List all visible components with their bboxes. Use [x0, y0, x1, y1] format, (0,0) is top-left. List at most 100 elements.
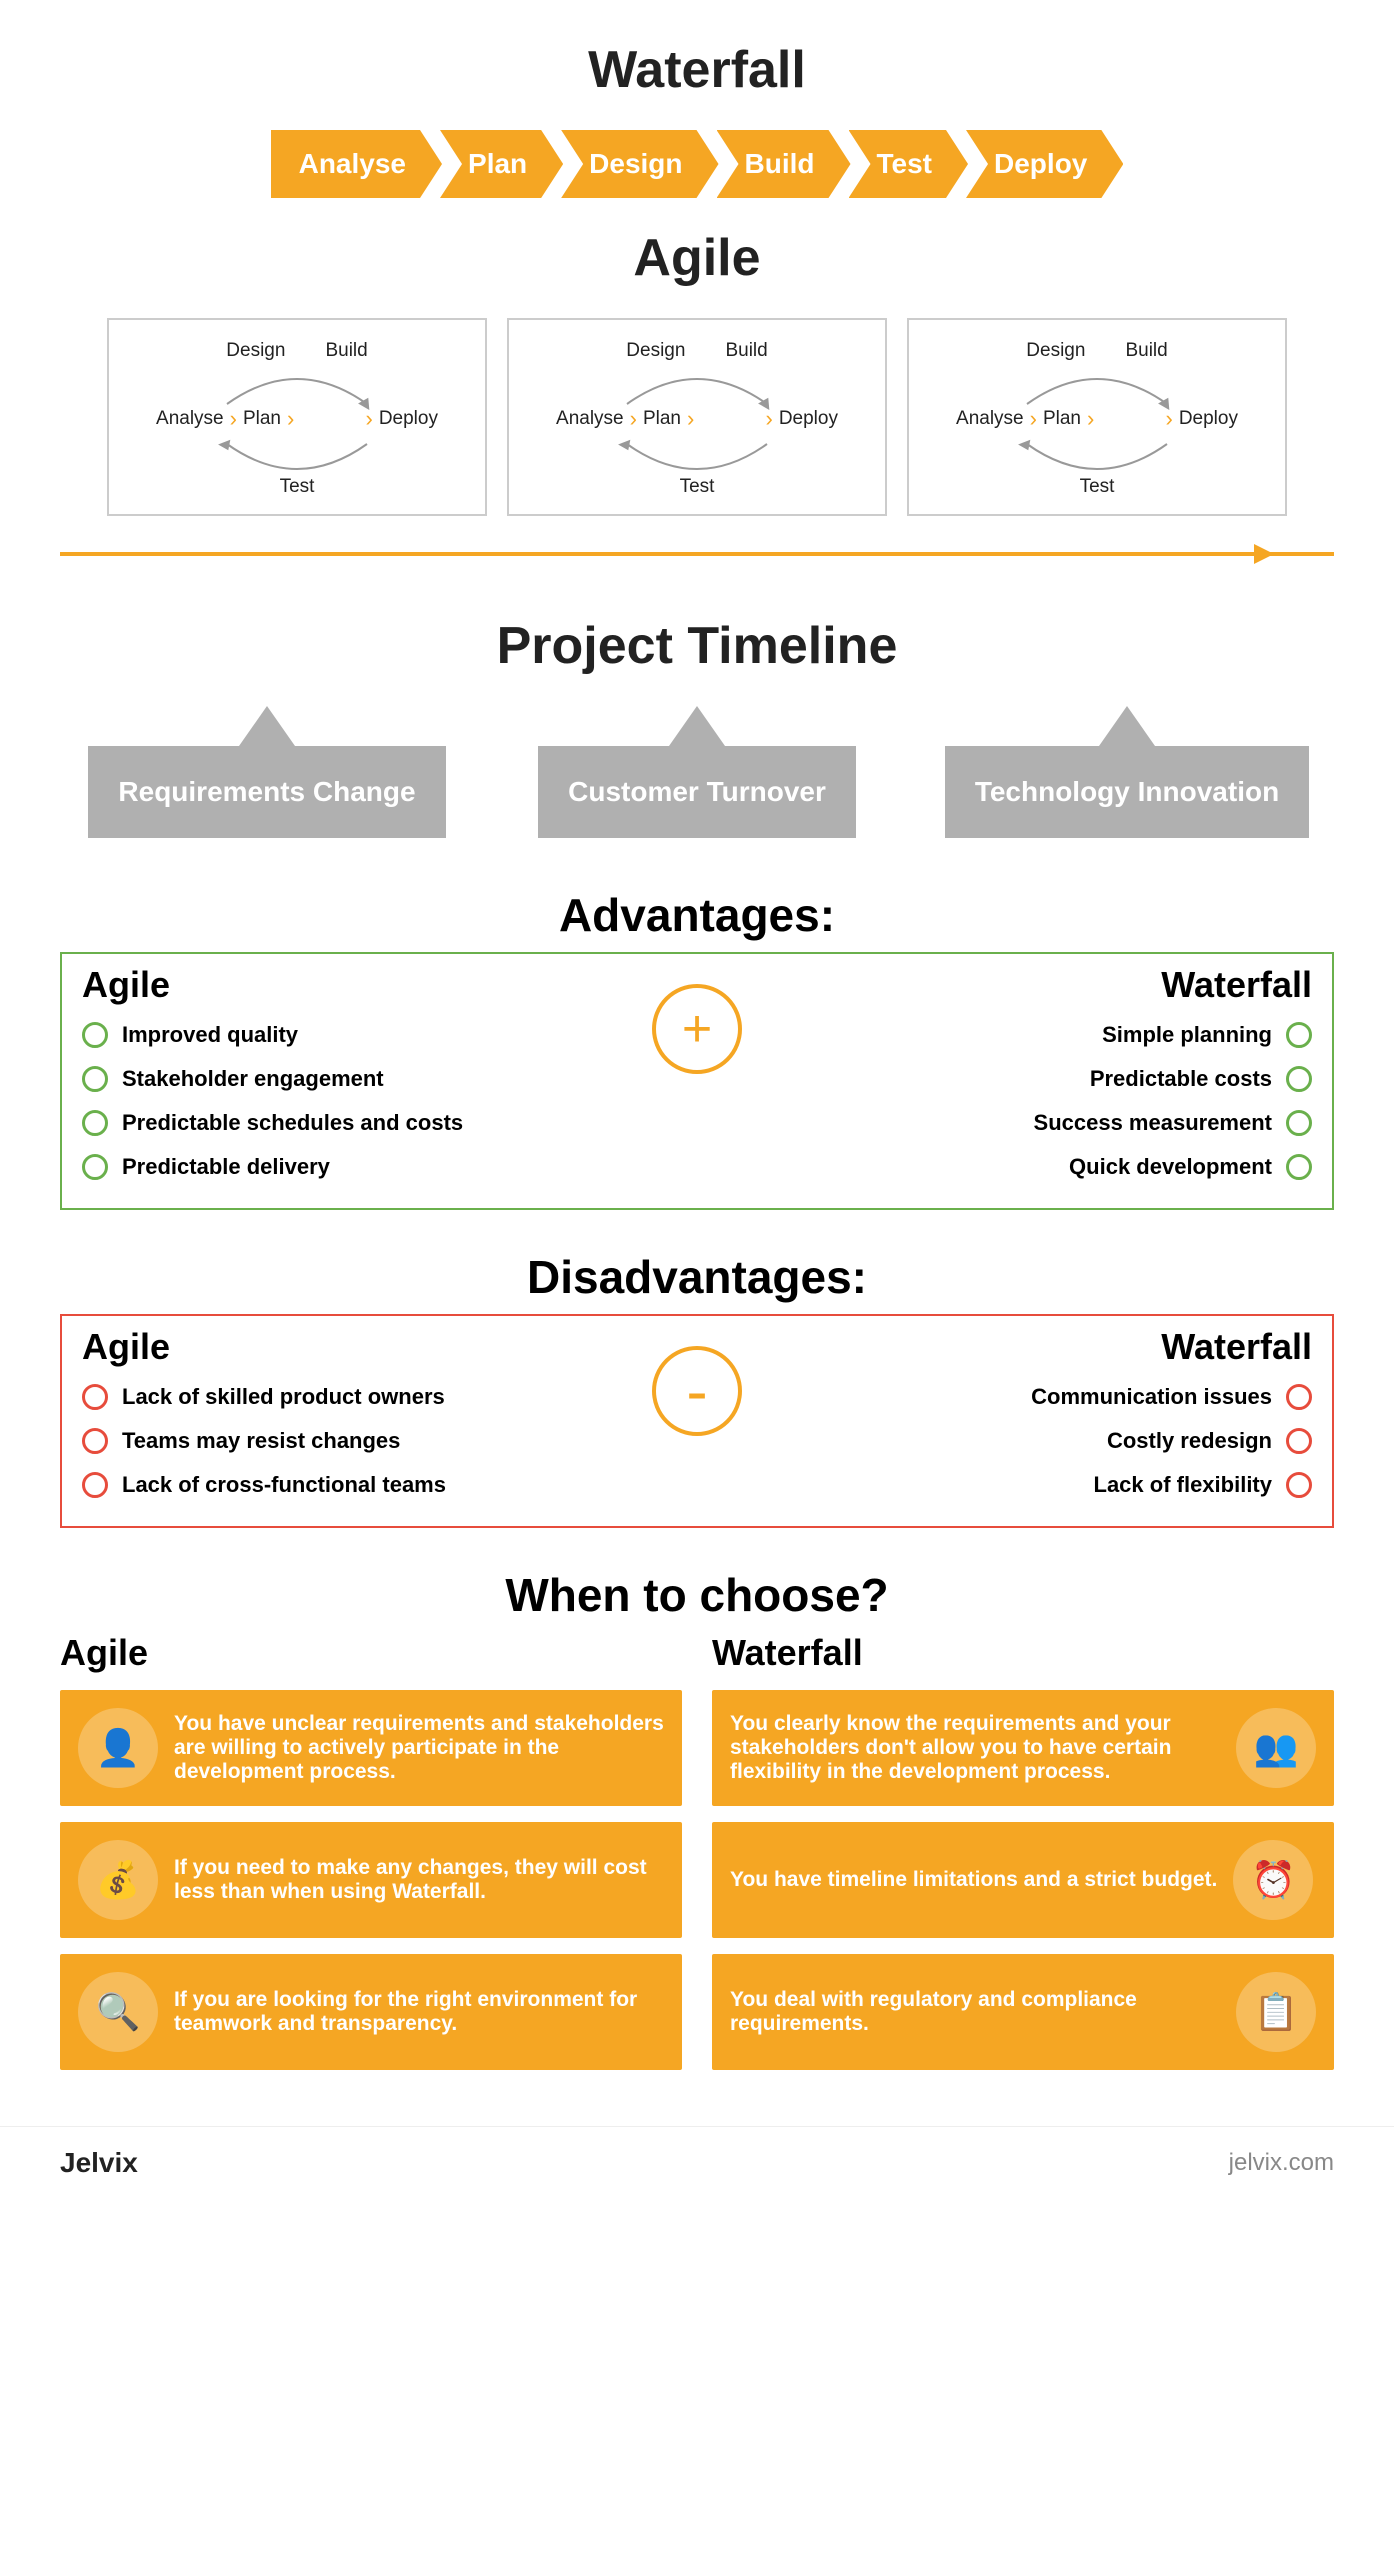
agile-deploy-label: Deploy: [1179, 408, 1238, 430]
agile-arrow1: ›: [1030, 406, 1037, 432]
waterfall-step-analyse: Analyse: [271, 130, 442, 198]
disadvantages-waterfall-col: Waterfall Communication issuesCostly red…: [742, 1316, 1332, 1526]
when-waterfall-icon-1: ⏰: [1233, 1840, 1313, 1920]
adv-waterfall-circle-2: [1286, 1110, 1312, 1136]
agile-boxes-wrapper: Design Build Analyse › Plan › Design › D…: [60, 318, 1334, 556]
when-agile-card-0: 👤You have unclear requirements and stake…: [60, 1690, 682, 1806]
agile-arrow3: ›: [765, 406, 772, 432]
agile-arrow2: ›: [687, 406, 694, 432]
project-timeline-boxes: Requirements Change Customer TurnoverTech…: [60, 706, 1334, 838]
adv-agile-item-0: Improved quality: [82, 1022, 632, 1048]
agile-arrow1: ›: [630, 406, 637, 432]
when-waterfall-text-0: You clearly know the requirements and yo…: [730, 1712, 1220, 1784]
timeline-item-1: Customer Turnover: [497, 706, 897, 838]
adv-agile-item-2: Predictable schedules and costs: [82, 1110, 632, 1136]
disadvantages-agile-col: Agile Lack of skilled product ownersTeam…: [62, 1316, 652, 1526]
agile-section: Agile Design Build Analyse › Plan › Desi…: [0, 218, 1394, 576]
timeline-item-0: Requirements Change: [67, 706, 467, 838]
disadv-agile-text-0: Lack of skilled product owners: [122, 1384, 445, 1410]
adv-waterfall-text-0: Simple planning: [1102, 1022, 1272, 1048]
agile-plan-label: Plan: [643, 408, 681, 430]
adv-waterfall-item-2: Success measurement: [762, 1110, 1312, 1136]
when-agile-cards: 👤You have unclear requirements and stake…: [60, 1690, 682, 2070]
agile-plan-label: Plan: [243, 408, 281, 430]
disadv-waterfall-circle-2: [1286, 1472, 1312, 1498]
when-agile-icon-1: 💰: [78, 1840, 158, 1920]
waterfall-arrows: AnalysePlanDesignBuildTestDeploy: [60, 130, 1334, 198]
disadv-agile-text-1: Teams may resist changes: [122, 1428, 400, 1454]
project-timeline-title: Project Timeline: [60, 616, 1334, 676]
agile-build-label: Build: [725, 340, 767, 362]
timeline-box-0: Requirements Change: [88, 746, 445, 838]
agile-cycle-3: Design Build Analyse › Plan › Design › D…: [907, 318, 1287, 516]
disadv-waterfall-item-2: Lack of flexibility: [762, 1472, 1312, 1498]
when-waterfall-cards: You clearly know the requirements and yo…: [712, 1690, 1334, 2070]
footer-brand: Jelvix: [60, 2147, 138, 2179]
agile-build-label: Build: [1125, 340, 1167, 362]
when-agile-text-1: If you need to make any changes, they wi…: [174, 1856, 664, 1904]
when-waterfall-col: Waterfall You clearly know the requireme…: [712, 1632, 1334, 2086]
adv-waterfall-text-1: Predictable costs: [1090, 1066, 1272, 1092]
disadv-waterfall-item-1: Costly redesign: [762, 1428, 1312, 1454]
agile-plan-label: Plan: [1043, 408, 1081, 430]
timeline-item-2: Technology Innovation: [927, 706, 1327, 838]
when-waterfall-card-1: You have timeline limitations and a stri…: [712, 1822, 1334, 1938]
adv-waterfall-item-3: Quick development: [762, 1154, 1312, 1180]
agile-deploy-label: Deploy: [379, 408, 438, 430]
when-to-choose-columns: Agile 👤You have unclear requirements and…: [60, 1632, 1334, 2086]
adv-agile-item-3: Predictable delivery: [82, 1154, 632, 1180]
waterfall-step-design: Design: [561, 130, 718, 198]
waterfall-step-deploy: Deploy: [966, 130, 1123, 198]
advantages-waterfall-items: Simple planning Predictable costs Success …: [762, 1022, 1312, 1180]
agile-analyse-label: Analyse: [156, 408, 224, 430]
adv-agile-text-2: Predictable schedules and costs: [122, 1110, 463, 1136]
adv-waterfall-item-1: Predictable costs: [762, 1066, 1312, 1092]
disadv-waterfall-text-2: Lack of flexibility: [1094, 1472, 1273, 1498]
disadv-waterfall-text-1: Costly redesign: [1107, 1428, 1272, 1454]
agile-test-label: Test: [280, 476, 315, 498]
agile-timeline-arrowhead: [1254, 544, 1274, 564]
when-waterfall-card-0: You clearly know the requirements and yo…: [712, 1690, 1334, 1806]
agile-deploy-label: Deploy: [779, 408, 838, 430]
disadv-waterfall-circle-1: [1286, 1428, 1312, 1454]
waterfall-step-build: Build: [717, 130, 851, 198]
adv-waterfall-item-0: Simple planning: [762, 1022, 1312, 1048]
project-timeline-section: Project Timeline Requirements Change Cust…: [0, 576, 1394, 868]
adv-agile-circle-0: [82, 1022, 108, 1048]
agile-test-label: Test: [1080, 476, 1115, 498]
disadvantages-waterfall-items: Communication issuesCostly redesignLack …: [762, 1384, 1312, 1498]
disadv-agile-item-1: Teams may resist changes: [82, 1428, 632, 1454]
adv-agile-circle-1: [82, 1066, 108, 1092]
when-agile-icon-2: 🔍: [78, 1972, 158, 2052]
adv-agile-circle-2: [82, 1110, 108, 1136]
disadv-agile-circle-1: [82, 1428, 108, 1454]
disadv-waterfall-circle-0: [1286, 1384, 1312, 1410]
adv-waterfall-text-3: Quick development: [1069, 1154, 1272, 1180]
waterfall-step-plan: Plan: [440, 130, 563, 198]
when-agile-text-2: If you are looking for the right environ…: [174, 1988, 664, 2036]
when-to-choose-title: When to choose?: [60, 1568, 1334, 1622]
when-waterfall-text-1: You have timeline limitations and a stri…: [730, 1868, 1217, 1892]
advantages-agile-col: Agile Improved quality Stakeholder engage…: [62, 954, 652, 1208]
when-agile-label: Agile: [60, 1632, 682, 1674]
agile-design-label: Design: [1026, 340, 1085, 362]
disadvantages-minus-circle: -: [652, 1346, 742, 1436]
advantages-agile-label: Agile: [82, 964, 632, 1006]
adv-waterfall-circle-0: [1286, 1022, 1312, 1048]
agile-arrow2: ›: [287, 406, 294, 432]
disadvantages-columns: Agile Lack of skilled product ownersTeam…: [60, 1314, 1334, 1528]
advantages-columns: Agile Improved quality Stakeholder engage…: [60, 952, 1334, 1210]
waterfall-step-test: Test: [849, 130, 969, 198]
when-waterfall-icon-0: 👥: [1236, 1708, 1316, 1788]
advantages-title: Advantages:: [60, 888, 1334, 942]
adv-waterfall-circle-1: [1286, 1066, 1312, 1092]
disadvantages-section: Disadvantages: Agile Lack of skilled pro…: [0, 1220, 1394, 1538]
adv-agile-text-1: Stakeholder engagement: [122, 1066, 384, 1092]
agile-arrow3: ›: [1165, 406, 1172, 432]
agile-arrow1: ›: [230, 406, 237, 432]
agile-test-label: Test: [680, 476, 715, 498]
footer-url: jelvix.com: [1229, 2149, 1334, 2177]
footer: Jelvix jelvix.com: [0, 2126, 1394, 2199]
agile-timeline-line: [60, 552, 1334, 556]
agile-title: Agile: [60, 228, 1334, 288]
